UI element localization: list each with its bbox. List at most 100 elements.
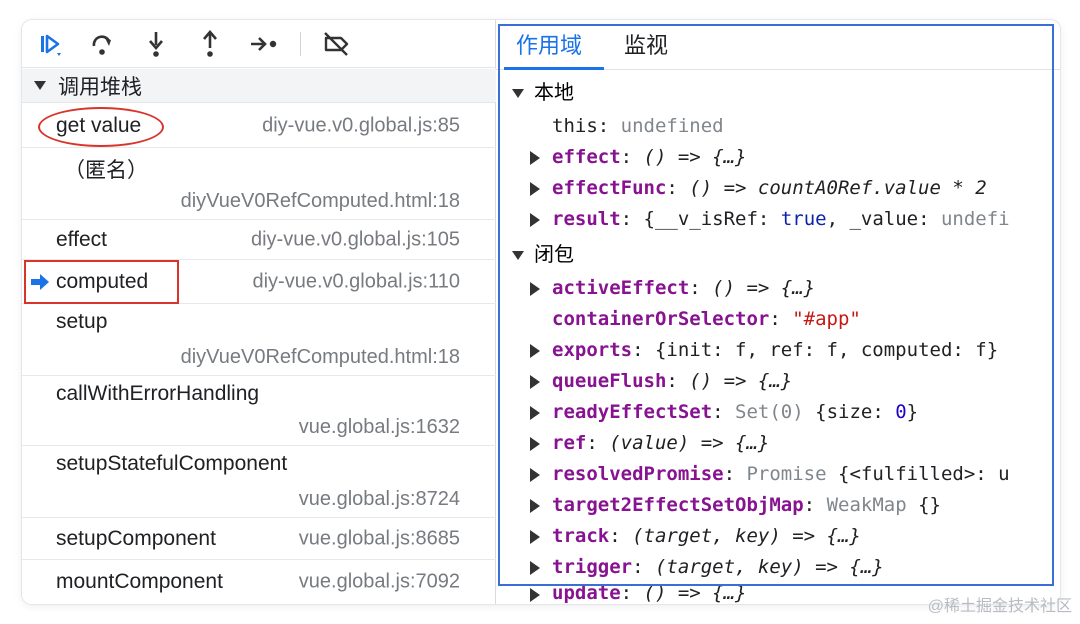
call-frame[interactable]: effect diy-vue.v0.global.js:105 [22, 220, 496, 260]
frame-function: setupStatefulComponent [56, 452, 288, 475]
highlight-oval [38, 107, 164, 147]
scope-entry[interactable]: track: (target, key) => {…} [496, 521, 1060, 552]
tab-watch[interactable]: 监视 [624, 28, 668, 60]
scope-value: (target, key) => {…} [654, 556, 884, 578]
expand-arrow-icon[interactable] [530, 375, 540, 389]
expand-arrow-icon[interactable] [530, 213, 540, 227]
scope-key: effectFunc [552, 177, 667, 199]
scope-entry[interactable]: readyEffectSet: Set(0) {size: 0} [496, 397, 1060, 428]
frame-location[interactable]: diy-vue.v0.global.js:110 [252, 270, 460, 293]
scope-value: () => countA0Ref.value * 2 [689, 177, 987, 199]
call-frame[interactable]: setupStatefulComponent vue.global.js:872… [22, 446, 496, 518]
frame-location[interactable]: diyVueV0RefComputed.html:18 [181, 346, 460, 369]
scope-key: target2EffectSetObjMap [552, 494, 804, 516]
frame-location[interactable]: diy-vue.v0.global.js:85 [262, 114, 460, 137]
step-out-button[interactable] [194, 28, 226, 60]
scope-key: ref [552, 432, 587, 454]
step-over-button[interactable] [86, 28, 118, 60]
scope-key: resolvedPromise [552, 463, 724, 485]
frame-location[interactable]: diy-vue.v0.global.js:105 [251, 228, 460, 251]
expand-triangle-icon [34, 81, 46, 90]
scope-entry[interactable]: activeEffect: () => {…} [496, 273, 1060, 304]
expand-arrow-icon[interactable] [530, 561, 540, 575]
scope-entry[interactable]: queueFlush: () => {…} [496, 366, 1060, 397]
frame-location[interactable]: diyVueV0RefComputed.html:18 [181, 190, 460, 213]
scope-entry[interactable]: exports: {init: f, ref: f, computed: f} [496, 335, 1060, 366]
expand-arrow-icon[interactable] [530, 499, 540, 513]
scope-entry[interactable]: this: undefined [496, 111, 1060, 142]
frame-function: setup [56, 310, 108, 333]
frame-location[interactable]: vue.global.js:1632 [299, 416, 460, 439]
expand-arrow-icon[interactable] [530, 530, 540, 544]
scope-entry[interactable]: effect: () => {…} [496, 142, 1060, 173]
scope-section-local[interactable]: 本地 [496, 78, 1060, 109]
frame-location[interactable]: vue.global.js:7092 [299, 571, 460, 594]
expand-arrow-icon[interactable] [530, 182, 540, 196]
expand-triangle-icon [512, 251, 524, 260]
scope-key: trigger [552, 556, 633, 578]
step-into-button[interactable] [140, 28, 172, 60]
current-frame-arrow-icon [31, 274, 49, 290]
scope-key: readyEffectSet [552, 401, 713, 423]
frame-location[interactable]: vue.global.js:8685 [299, 527, 460, 550]
scope-entry[interactable]: containerOrSelector: "#app" [496, 304, 1060, 335]
section-title: 本地 [534, 82, 574, 104]
frame-function: setupComponent [56, 526, 216, 550]
scope-entry[interactable]: target2EffectSetObjMap: WeakMap {} [496, 490, 1060, 521]
expand-arrow-icon[interactable] [530, 468, 540, 482]
resume-icon [41, 34, 61, 56]
step-into-icon [149, 32, 163, 57]
expand-arrow-icon[interactable] [530, 437, 540, 451]
tab-bar: 作用域 监视 [496, 20, 1060, 70]
step-icon [251, 37, 277, 51]
scope-entry[interactable]: trigger: (target, key) => {…} [496, 552, 1060, 583]
scope-entry[interactable]: ref: (value) => {…} [496, 428, 1060, 459]
expand-arrow-icon[interactable] [530, 282, 540, 296]
expand-arrow-icon[interactable] [530, 588, 540, 602]
scope-value: () => {…} [712, 277, 816, 299]
call-stack-header[interactable]: 调用堆栈 [22, 69, 496, 103]
deactivate-breakpoints-button[interactable] [320, 28, 352, 60]
frame-function: （匿名） [64, 159, 148, 182]
toolbar-divider [300, 32, 301, 56]
frame-location[interactable]: vue.global.js:8724 [299, 488, 460, 511]
scope-key: queueFlush [552, 370, 667, 392]
call-frame[interactable]: mountComponent vue.global.js:7092 [22, 560, 496, 604]
scope-key: this [552, 115, 598, 137]
step-out-icon [203, 30, 217, 57]
call-frame[interactable]: setup diyVueV0RefComputed.html:18 [22, 304, 496, 376]
expand-triangle-icon [512, 89, 524, 98]
call-frame[interactable]: callWithErrorHandling vue.global.js:1632 [22, 376, 496, 446]
scope-value: undefined [620, 115, 724, 137]
scope-value: () => {…} [643, 146, 747, 168]
scope-value: (value) => {…} [609, 432, 770, 454]
resume-button[interactable] [34, 28, 66, 60]
step-button[interactable] [248, 28, 280, 60]
scope-value: (target, key) => {…} [632, 525, 861, 547]
call-frame[interactable]: setupComponent vue.global.js:8685 [22, 518, 496, 560]
scope-entry[interactable]: result: {__v_isRef: true, _value: undefi [496, 204, 1060, 235]
scope-entry[interactable]: effectFunc: () => countA0Ref.value * 2 [496, 173, 1060, 204]
scope-key: track [552, 525, 610, 547]
scope-pane: 作用域 监视 本地 this: undefined effect: () => … [496, 20, 1060, 604]
expand-arrow-icon[interactable] [530, 344, 540, 358]
debugger-toolbar [22, 20, 496, 68]
active-tab-indicator [504, 67, 604, 70]
scope-key: result [552, 208, 621, 230]
expand-arrow-icon[interactable] [530, 151, 540, 165]
expand-arrow-icon[interactable] [530, 406, 540, 420]
frame-function: callWithErrorHandling [56, 382, 260, 405]
scope-value: () => {…} [689, 370, 793, 392]
section-title: 闭包 [534, 244, 574, 266]
call-stack-pane: 调用堆栈 get value diy-vue.v0.global.js:85 （… [22, 20, 496, 604]
call-frame[interactable]: （匿名） diyVueV0RefComputed.html:18 [22, 148, 496, 220]
scope-section-closure[interactable]: 闭包 [496, 240, 1060, 271]
deactivate-breakpoints-icon [324, 32, 349, 56]
scope-key: activeEffect [552, 277, 690, 299]
call-stack-title: 调用堆栈 [58, 75, 142, 99]
scope-key: exports [552, 339, 633, 361]
scope-key: effect [552, 146, 621, 168]
tab-scope[interactable]: 作用域 [516, 28, 582, 60]
scope-entry[interactable]: resolvedPromise: Promise {<fulfilled>: u [496, 459, 1060, 490]
frame-function: effect [56, 227, 107, 251]
